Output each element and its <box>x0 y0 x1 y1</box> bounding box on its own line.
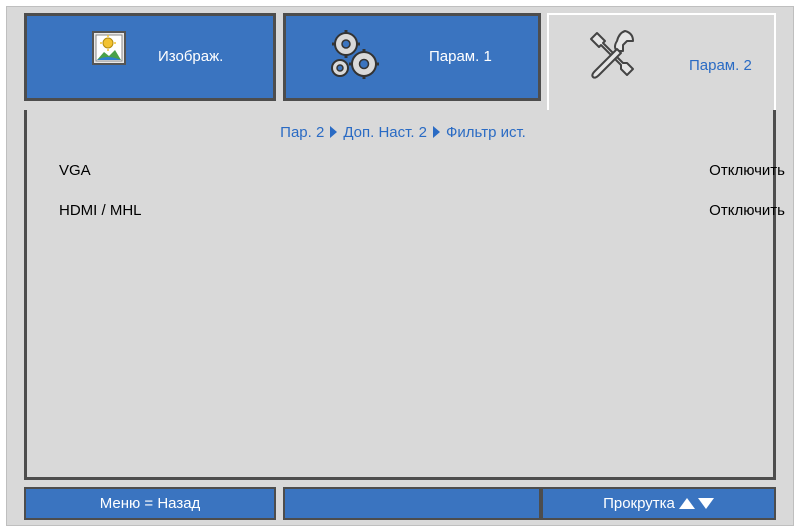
content-panel: Пар. 2 Доп. Наст. 2 Фильтр ист. VGA Отключ… <box>24 110 785 480</box>
tab-image[interactable]: Изображ. <box>24 13 276 101</box>
tools-icon <box>583 25 639 86</box>
setting-name: HDMI / MHL <box>59 202 142 219</box>
footer-back-hint: Меню = Назад <box>24 487 276 520</box>
gears-icon <box>326 26 386 87</box>
footer-scroll-hint: Прокрутка <box>541 487 776 520</box>
footer-middle <box>283 487 541 520</box>
setting-value[interactable]: Отключить <box>709 162 785 179</box>
tab-setup-2[interactable]: Парам. 2 <box>547 13 776 111</box>
tab-setup-1-label: Парам. 1 <box>429 48 492 65</box>
footer-back-label: Меню = Назад <box>99 495 201 512</box>
setting-row-vga[interactable]: VGA Отключить <box>59 162 785 184</box>
footer-scroll-label: Прокрутка <box>603 495 675 512</box>
breadcrumb: Пар. 2 Доп. Наст. 2 Фильтр ист. <box>27 124 779 141</box>
arrow-down-icon <box>697 498 714 509</box>
setting-row-hdmi-mhl[interactable]: HDMI / MHL Отключить <box>59 202 785 224</box>
setting-value[interactable]: Отключить <box>709 202 785 219</box>
arrow-up-icon <box>678 498 695 509</box>
tab-image-label: Изображ. <box>158 48 224 65</box>
image-settings-icon <box>87 26 133 77</box>
breadcrumb-item-source-filter: Фильтр ист. <box>446 124 526 141</box>
breadcrumb-item-setup-2: Пар. 2 <box>280 124 325 141</box>
setting-name: VGA <box>59 162 91 179</box>
breadcrumb-arrow-icon <box>330 126 338 138</box>
breadcrumb-item-advanced-2: Доп. Наст. 2 <box>343 124 428 141</box>
breadcrumb-arrow-icon <box>433 126 441 138</box>
tab-setup-1[interactable]: Парам. 1 <box>283 13 541 101</box>
tab-setup-2-label: Парам. 2 <box>689 57 752 74</box>
